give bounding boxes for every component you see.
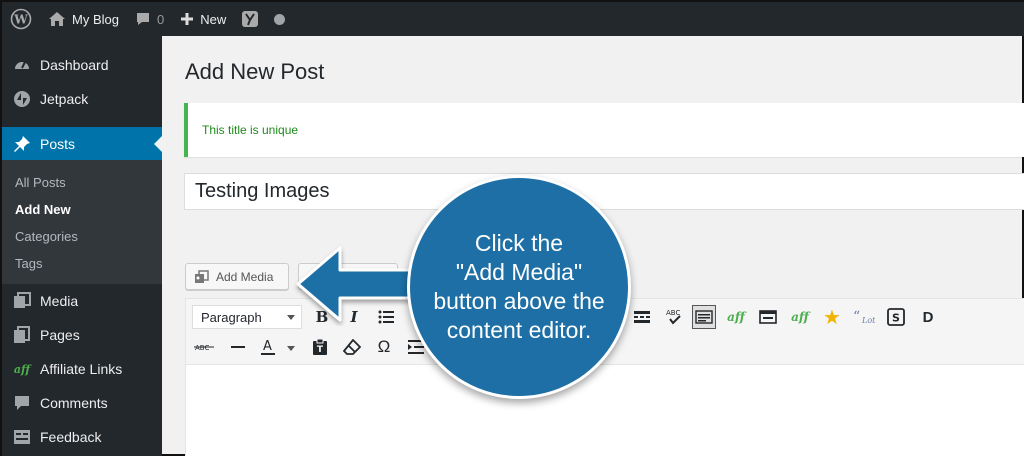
yoast-y-icon[interactable] bbox=[242, 2, 259, 36]
horizontal-line-icon[interactable] bbox=[226, 335, 250, 359]
format-select-value: Paragraph bbox=[201, 309, 262, 325]
post-title-input[interactable]: Testing Images bbox=[184, 173, 1024, 210]
menu-item-feedback[interactable]: Feedback bbox=[2, 420, 162, 454]
media-icon bbox=[12, 291, 32, 311]
comments-count: 0 bbox=[156, 11, 165, 27]
posts-submenu: All Posts Add New Categories Tags bbox=[2, 160, 162, 284]
svg-text:T: T bbox=[317, 345, 324, 355]
callout-bubble: Click the "Add Media" button above the c… bbox=[407, 175, 631, 399]
admin-bar: W My Blog 0 New bbox=[2, 2, 1024, 36]
submenu-item-categories[interactable]: Categories bbox=[15, 229, 78, 244]
star-icon[interactable]: ★ bbox=[820, 305, 844, 329]
admin-sidebar: Dashboard Jetpack Posts All Posts Add Ne… bbox=[2, 36, 162, 456]
menu-item-dashboard[interactable]: Dashboard bbox=[2, 48, 162, 82]
new-label: New bbox=[200, 11, 227, 27]
menu-item-comments[interactable]: Comments bbox=[2, 386, 162, 420]
menu-item-label: Affiliate Links bbox=[40, 361, 123, 377]
notice-text: This title is unique bbox=[202, 123, 299, 137]
menu-item-label: Pages bbox=[40, 327, 80, 343]
home-icon bbox=[49, 12, 65, 26]
menu-item-affiliate-links[interactable]: aff Affiliate Links bbox=[2, 352, 162, 386]
menu-item-label: Posts bbox=[40, 136, 76, 152]
text-color-icon[interactable]: A bbox=[258, 335, 298, 359]
page-title: Add New Post bbox=[185, 59, 325, 84]
callout-line: content editor. bbox=[446, 317, 592, 343]
menu-item-pages[interactable]: Pages bbox=[2, 318, 162, 352]
svg-text:W: W bbox=[13, 13, 28, 27]
jetpack-icon bbox=[12, 89, 32, 109]
plus-icon bbox=[181, 13, 194, 25]
svg-text:S: S bbox=[892, 312, 900, 325]
title-unique-notice: This title is unique bbox=[184, 103, 1024, 157]
menu-item-label: Comments bbox=[40, 395, 108, 411]
format-select[interactable]: Paragraph bbox=[192, 305, 302, 329]
d-icon[interactable]: D bbox=[916, 305, 940, 329]
callout-line: button above the bbox=[433, 288, 605, 314]
clear-formatting-icon[interactable] bbox=[340, 335, 364, 359]
media-icon bbox=[195, 269, 209, 283]
svg-text:ABC: ABC bbox=[195, 344, 209, 352]
aff-add-icon[interactable]: aff bbox=[788, 305, 812, 329]
comment-bubble-icon bbox=[12, 393, 32, 413]
aff-icon: aff bbox=[13, 362, 31, 376]
menu-item-label: Feedback bbox=[40, 429, 102, 445]
new-content-link[interactable]: New bbox=[180, 2, 226, 36]
submenu-item-tags[interactable]: Tags bbox=[15, 256, 42, 271]
menu-item-posts[interactable]: Posts bbox=[2, 127, 162, 161]
pages-icon bbox=[12, 325, 32, 345]
submenu-item-all-posts[interactable]: All Posts bbox=[15, 175, 66, 190]
add-media-button[interactable]: Add Media bbox=[185, 263, 289, 290]
site-name: My Blog bbox=[72, 11, 119, 27]
menu-item-label: Media bbox=[40, 293, 79, 309]
menu-item-media[interactable]: Media bbox=[2, 284, 162, 318]
callout-line: "Add Media" bbox=[455, 259, 583, 285]
pushpin-icon bbox=[12, 134, 32, 154]
callout-line: Click the bbox=[474, 230, 564, 256]
callout-text: Click the "Add Media" button above the c… bbox=[419, 229, 618, 345]
site-name-link[interactable]: My Blog bbox=[48, 2, 119, 36]
special-character-icon[interactable]: Ω bbox=[372, 335, 396, 359]
dashboard-icon bbox=[12, 55, 32, 75]
s-box-icon[interactable]: S bbox=[884, 305, 908, 329]
add-media-label: Add Media bbox=[216, 269, 274, 284]
comment-bubble-icon bbox=[136, 13, 149, 25]
feedback-icon bbox=[12, 427, 32, 447]
menu-item-label: Dashboard bbox=[40, 57, 109, 73]
quote-lot-icon[interactable]: “Lot bbox=[852, 305, 876, 329]
svg-text:ABC: ABC bbox=[666, 309, 680, 317]
more-tag-icon[interactable] bbox=[630, 305, 654, 329]
svg-text:“: “ bbox=[853, 309, 860, 325]
paste-text-icon[interactable]: T bbox=[308, 335, 332, 359]
toolbar-toggle-icon[interactable] bbox=[692, 305, 716, 329]
menu-item-jetpack[interactable]: Jetpack bbox=[2, 82, 162, 116]
svg-text:A: A bbox=[263, 339, 272, 354]
menu-item-label: Jetpack bbox=[40, 91, 89, 107]
form-icon[interactable] bbox=[756, 305, 780, 329]
aff-link-icon[interactable]: aff bbox=[724, 305, 748, 329]
comments-link[interactable]: 0 bbox=[135, 2, 164, 36]
strikethrough-icon[interactable]: ABC bbox=[192, 335, 216, 359]
submenu-item-add-new[interactable]: Add New bbox=[15, 202, 71, 217]
spellcheck-icon[interactable]: ABC bbox=[662, 305, 686, 329]
status-dot-icon[interactable] bbox=[274, 2, 286, 36]
wordpress-logo-icon[interactable]: W bbox=[10, 2, 32, 36]
svg-text:Lot: Lot bbox=[861, 316, 875, 325]
